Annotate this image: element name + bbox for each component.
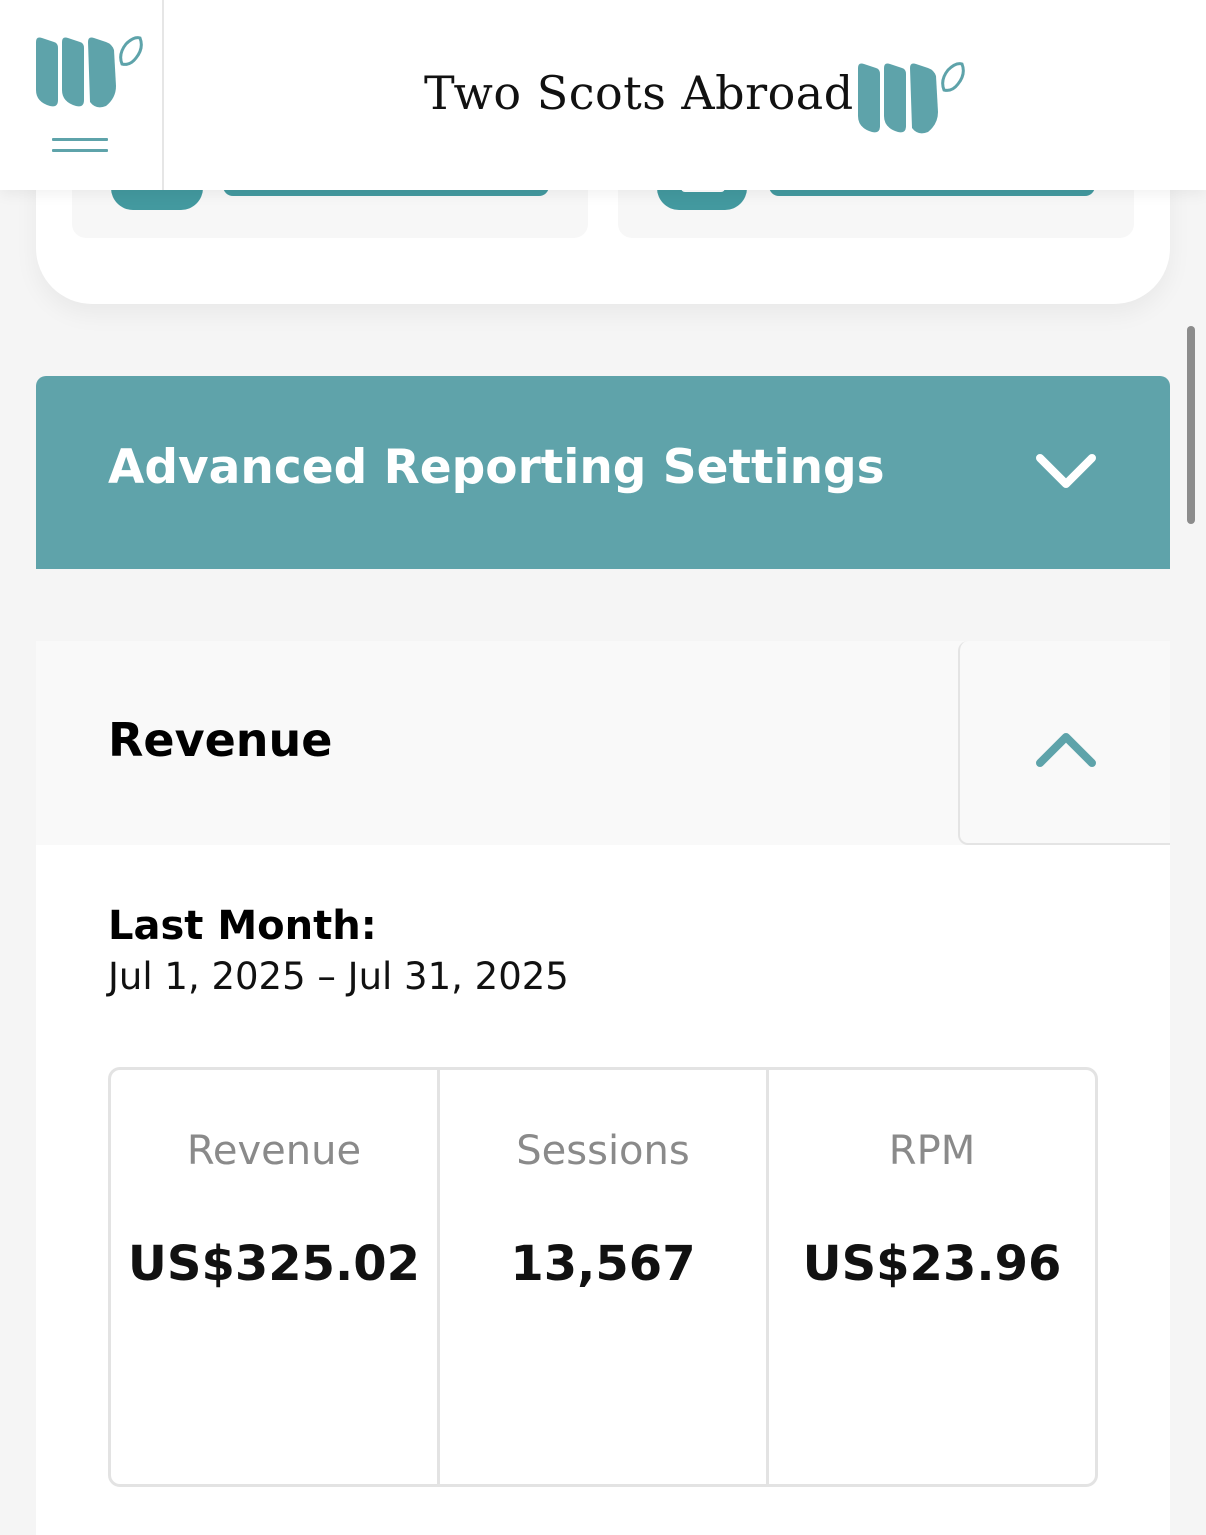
- revenue-section: Revenue Last Month: Jul 1, 2025 – Jul 31…: [36, 641, 1170, 1535]
- page: Two Scots Abroad Advanced Reporting Sett…: [0, 0, 1206, 1535]
- chevron-down-icon: [1034, 450, 1098, 499]
- hamburger-menu-icon[interactable]: [52, 138, 108, 154]
- stat-cell-revenue: Revenue US$325.02: [111, 1070, 440, 1484]
- revenue-stats-table: Revenue US$325.02 Sessions 13,567 RPM US…: [108, 1067, 1098, 1487]
- stat-cell-rpm: RPM US$23.96: [769, 1070, 1095, 1484]
- stat-value: 13,567: [510, 1236, 696, 1292]
- page-scrollbar[interactable]: [1187, 326, 1195, 524]
- stat-label: RPM: [888, 1128, 976, 1174]
- site-title[interactable]: Two Scots Abroad: [424, 66, 854, 120]
- menu-button[interactable]: [0, 0, 164, 190]
- period-label: Last Month:: [108, 903, 377, 949]
- mediavine-leaf-logo-icon: [34, 34, 144, 115]
- stat-cell-sessions: Sessions 13,567: [440, 1070, 769, 1484]
- advanced-reporting-settings-title: Advanced Reporting Settings: [108, 440, 885, 495]
- period-range: Jul 1, 2025 – Jul 31, 2025: [108, 955, 569, 998]
- stat-value: US$23.96: [802, 1236, 1062, 1292]
- revenue-title: Revenue: [108, 713, 333, 767]
- stat-value: US$325.02: [127, 1236, 421, 1292]
- site-header: Two Scots Abroad: [0, 0, 1206, 190]
- revenue-collapse-button[interactable]: [958, 641, 1170, 845]
- stat-label: Revenue: [186, 1128, 362, 1174]
- stat-label: Sessions: [516, 1128, 690, 1174]
- mediavine-leaf-logo-icon: [856, 60, 966, 141]
- revenue-header: Revenue: [36, 641, 1170, 845]
- chevron-up-icon: [1034, 725, 1098, 774]
- advanced-reporting-settings-toggle[interactable]: Advanced Reporting Settings: [36, 376, 1170, 569]
